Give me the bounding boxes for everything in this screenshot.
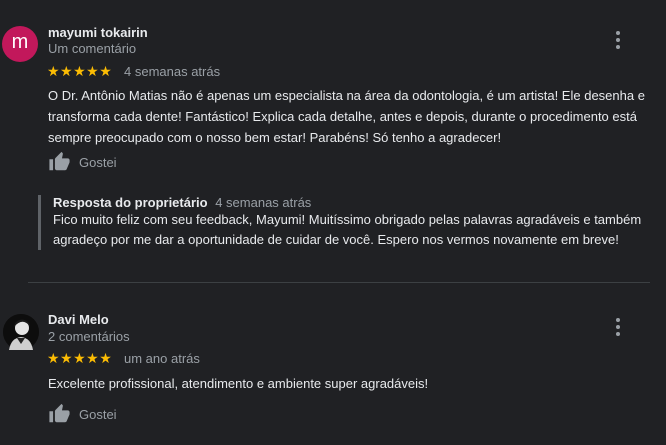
reviewer-name[interactable]: mayumi tokairin <box>48 25 148 40</box>
divider <box>28 282 650 283</box>
avatar[interactable] <box>3 314 39 350</box>
star-rating: ★★★★★ <box>47 63 113 79</box>
reviewer-review-count[interactable]: 2 comentários <box>48 329 130 344</box>
review-time: 4 semanas atrás <box>124 64 221 79</box>
avatar-letter: m <box>11 31 29 53</box>
star-rating: ★★★★★ <box>47 350 113 366</box>
thumbs-up-icon <box>49 151 70 171</box>
review-time: um ano atrás <box>124 351 200 366</box>
reply-text: Fico muito feliz com seu feedback, Mayum… <box>53 212 642 247</box>
like-button[interactable]: Gostei <box>48 403 117 425</box>
reviewer-review-count[interactable]: Um comentário <box>48 41 136 56</box>
more-options-icon[interactable] <box>612 31 624 49</box>
avatar[interactable]: m <box>2 26 38 62</box>
owner-reply: Resposta do proprietário 4 semanas atrás… <box>38 195 643 250</box>
reply-title: Resposta do proprietário <box>53 195 208 210</box>
review-text: Excelente profissional, atendimento e am… <box>48 376 429 391</box>
reviewer-name[interactable]: Davi Melo <box>48 312 109 327</box>
reply-header: Resposta do proprietário 4 semanas atrás <box>53 195 643 210</box>
reply-time: 4 semanas atrás <box>215 195 312 210</box>
like-label: Gostei <box>79 154 117 170</box>
like-button[interactable]: Gostei <box>48 151 117 173</box>
like-label: Gostei <box>79 406 117 422</box>
more-options-icon[interactable] <box>612 318 624 336</box>
thumbs-up-icon <box>49 403 70 423</box>
review-text: O Dr. Antônio Matias não é apenas um esp… <box>48 88 645 145</box>
profile-photo-icon <box>3 314 39 350</box>
